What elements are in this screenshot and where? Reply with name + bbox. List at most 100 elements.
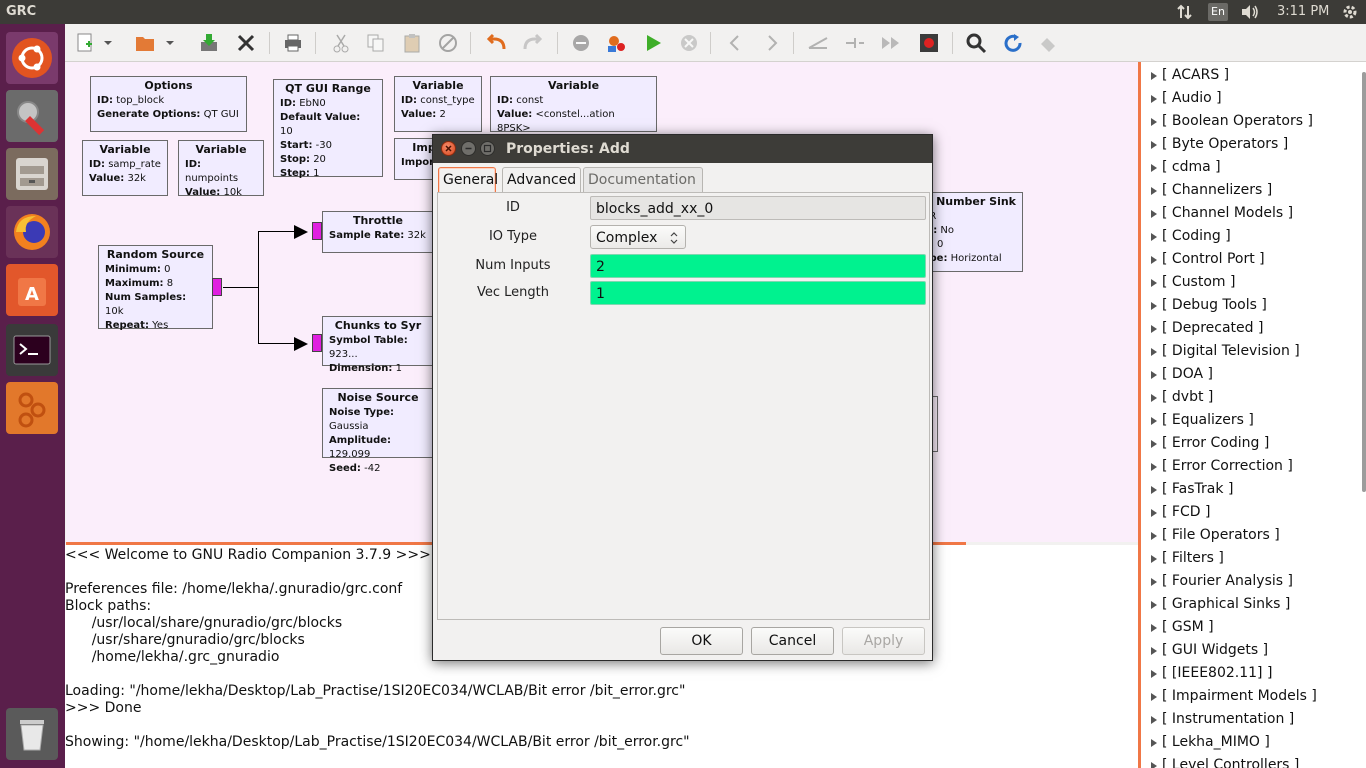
open-folder-icon[interactable] <box>133 30 159 56</box>
tree-category[interactable]: [ Instrumentation ] <box>1141 708 1366 731</box>
expander-arrow-icon[interactable] <box>1151 463 1157 471</box>
tree-category[interactable]: [ GUI Widgets ] <box>1141 639 1366 662</box>
delete-icon[interactable] <box>435 30 461 56</box>
network-icon[interactable] <box>1176 3 1194 25</box>
apply-button[interactable]: Apply <box>842 627 925 655</box>
tree-category[interactable]: [ Equalizers ] <box>1141 409 1366 432</box>
files-icon[interactable] <box>6 148 58 200</box>
undo-icon[interactable] <box>483 30 509 56</box>
system-settings-icon[interactable] <box>6 90 58 142</box>
expander-arrow-icon[interactable] <box>1151 348 1157 356</box>
open-dropdown-chevron-down-icon[interactable] <box>164 30 176 56</box>
close-icon[interactable] <box>233 30 259 56</box>
block-tree-scrollbar[interactable] <box>1362 72 1366 492</box>
tree-category[interactable]: [ Deprecated ] <box>1141 317 1366 340</box>
tree-category[interactable]: [ Audio ] <box>1141 87 1366 110</box>
tree-category[interactable]: [ Control Port ] <box>1141 248 1366 271</box>
tree-category[interactable]: [ Boolean Operators ] <box>1141 110 1366 133</box>
expander-arrow-icon[interactable] <box>1151 118 1157 126</box>
expander-arrow-icon[interactable] <box>1151 739 1157 747</box>
trash-icon[interactable] <box>6 708 58 760</box>
print-icon[interactable] <box>280 30 306 56</box>
fast-forward-icon[interactable] <box>878 30 904 56</box>
reload-icon[interactable] <box>1000 30 1026 56</box>
tree-category[interactable]: [ [IEEE802.11] ] <box>1141 662 1366 685</box>
tree-category[interactable]: [ ACARS ] <box>1141 64 1366 87</box>
expander-arrow-icon[interactable] <box>1151 233 1157 241</box>
tree-category[interactable]: [ Byte Operators ] <box>1141 133 1366 156</box>
expander-arrow-icon[interactable] <box>1151 394 1157 402</box>
execute-play-icon[interactable] <box>640 30 666 56</box>
tree-category[interactable]: [ Filters ] <box>1141 547 1366 570</box>
copy-icon[interactable] <box>363 30 389 56</box>
minimize-window-icon[interactable] <box>461 141 476 156</box>
redo-icon[interactable] <box>520 30 546 56</box>
expander-arrow-icon[interactable] <box>1151 141 1157 149</box>
kill-stop-icon[interactable] <box>676 30 702 56</box>
find-blocks-icon[interactable] <box>1035 30 1061 56</box>
id-field[interactable]: blocks_add_xx_0 <box>590 196 926 220</box>
ok-button[interactable]: OK <box>660 627 743 655</box>
rotate-cw-chevron-right-icon[interactable] <box>759 30 785 56</box>
enable-block-icon[interactable] <box>806 30 832 56</box>
expander-arrow-icon[interactable] <box>1151 716 1157 724</box>
tree-category[interactable]: [ Debug Tools ] <box>1141 294 1366 317</box>
bypass-block-icon[interactable] <box>842 30 868 56</box>
expander-arrow-icon[interactable] <box>1151 647 1157 655</box>
expander-arrow-icon[interactable] <box>1151 371 1157 379</box>
num-inputs-field[interactable]: 2 <box>590 254 926 278</box>
expander-arrow-icon[interactable] <box>1151 486 1157 494</box>
block-tree[interactable]: [ ACARS ] [ Audio ] [ Boolean Operators ] [… <box>1141 62 1366 768</box>
expander-arrow-icon[interactable] <box>1151 555 1157 563</box>
random-source-out-port[interactable] <box>212 278 222 296</box>
expander-arrow-icon[interactable] <box>1151 164 1157 172</box>
close-window-icon[interactable] <box>441 141 456 156</box>
expander-arrow-icon[interactable] <box>1151 325 1157 333</box>
firefox-icon[interactable] <box>6 206 58 258</box>
expander-arrow-icon[interactable] <box>1151 417 1157 425</box>
tree-category[interactable]: [ Coding ] <box>1141 225 1366 248</box>
maximize-window-icon[interactable] <box>480 141 495 156</box>
variable-const-block[interactable]: Variable ID: const Value: <constel...ati… <box>490 76 657 134</box>
rotate-ccw-chevron-left-icon[interactable] <box>722 30 748 56</box>
new-file-icon[interactable] <box>72 30 98 56</box>
expander-arrow-icon[interactable] <box>1151 256 1157 264</box>
clock[interactable]: 3:11 PM <box>1277 4 1329 19</box>
tab-documentation[interactable]: Documentation <box>583 167 703 193</box>
tree-category[interactable]: [ Lekha_MIMO ] <box>1141 731 1366 754</box>
expander-arrow-icon[interactable] <box>1151 693 1157 701</box>
tree-category[interactable]: [ FasTrak ] <box>1141 478 1366 501</box>
settings-gear-icon[interactable] <box>1341 3 1359 25</box>
expander-arrow-icon[interactable] <box>1151 762 1157 768</box>
tree-category[interactable]: [ Channelizers ] <box>1141 179 1366 202</box>
random-source-block[interactable]: Random Source Minimum: 0 Maximum: 8 Num … <box>98 245 213 331</box>
record-stop-icon[interactable] <box>916 30 942 56</box>
generate-icon[interactable] <box>604 30 630 56</box>
variable-samp-rate-block[interactable]: Variable ID: samp_rate Value: 32k <box>82 140 168 196</box>
save-icon[interactable] <box>196 30 222 56</box>
disable-block-icon[interactable] <box>568 30 594 56</box>
expander-arrow-icon[interactable] <box>1151 210 1157 218</box>
chunks-to-symbols-block[interactable]: Chunks to Syr Symbol Table: 923... Dimen… <box>322 316 434 374</box>
expander-arrow-icon[interactable] <box>1151 279 1157 287</box>
tab-advanced[interactable]: Advanced <box>502 167 581 193</box>
tree-category[interactable]: [ Error Coding ] <box>1141 432 1366 455</box>
tree-category[interactable]: [ FCD ] <box>1141 501 1366 524</box>
tree-category[interactable]: [ DOA ] <box>1141 363 1366 386</box>
gnuradio-companion-icon[interactable] <box>6 382 58 434</box>
tree-category[interactable]: [ Digital Television ] <box>1141 340 1366 363</box>
io-type-select[interactable]: Complex <box>590 225 686 249</box>
vec-length-field[interactable]: 1 <box>590 281 926 305</box>
tree-category[interactable]: [ Channel Models ] <box>1141 202 1366 225</box>
qt-gui-range-block[interactable]: QT GUI Range ID: EbN0 Default Value: 10 … <box>273 79 383 179</box>
tree-category[interactable]: [ dvbt ] <box>1141 386 1366 409</box>
search-icon[interactable] <box>963 30 989 56</box>
keyboard-layout-indicator[interactable]: En <box>1208 3 1228 21</box>
variable-numpoints-block[interactable]: Variable ID: numpoints Value: 10k <box>178 140 264 198</box>
tree-category[interactable]: [ Graphical Sinks ] <box>1141 593 1366 616</box>
tree-category[interactable]: [ Fourier Analysis ] <box>1141 570 1366 593</box>
tab-general[interactable]: General <box>438 167 498 193</box>
options-block[interactable]: Options ID: top_block Generate Options: … <box>90 76 247 132</box>
expander-arrow-icon[interactable] <box>1151 601 1157 609</box>
noise-source-block[interactable]: Noise Source Noise Type: Gaussia Amplitu… <box>322 388 434 474</box>
